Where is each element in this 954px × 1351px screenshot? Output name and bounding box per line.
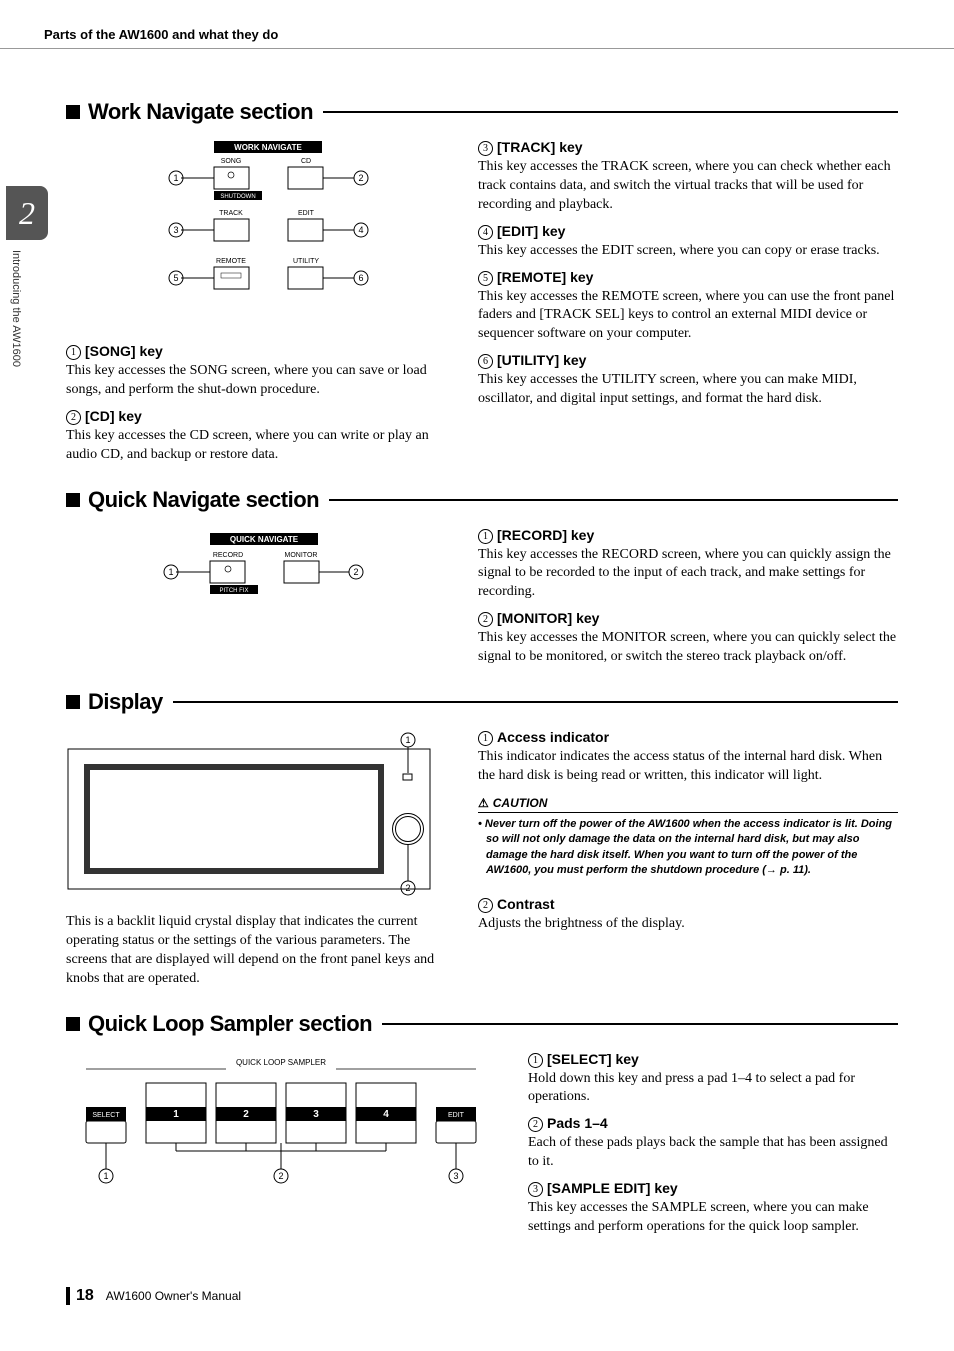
svg-text:1: 1 bbox=[405, 735, 410, 745]
svg-text:1: 1 bbox=[168, 567, 173, 577]
section-bullet bbox=[66, 105, 80, 119]
item-edit-key-desc: This key accesses the EDIT screen, where… bbox=[478, 242, 898, 261]
svg-text:2: 2 bbox=[358, 173, 363, 183]
item-cd-key: 2[CD] key bbox=[66, 408, 446, 425]
item-monitor-key: 2[MONITOR] key bbox=[478, 610, 898, 627]
item-select-key: 1[SELECT] key bbox=[528, 1051, 898, 1068]
item-cd-key-desc: This key accesses the CD screen, where y… bbox=[66, 427, 446, 465]
item-contrast: 2Contrast bbox=[478, 896, 898, 913]
item-utility-key-desc: This key accesses the UTILITY screen, wh… bbox=[478, 371, 898, 409]
svg-text:2: 2 bbox=[278, 1171, 283, 1181]
side-chapter-label: Introducing the AW1600 bbox=[10, 250, 22, 367]
section-bullet bbox=[66, 695, 80, 709]
svg-text:SONG: SONG bbox=[221, 158, 242, 165]
item-remote-key: 5[REMOTE] key bbox=[478, 269, 898, 286]
svg-text:6: 6 bbox=[358, 273, 363, 283]
svg-text:2: 2 bbox=[353, 567, 358, 577]
svg-text:4: 4 bbox=[383, 1109, 389, 1120]
item-sample-edit-key-desc: This key accesses the SAMPLE screen, whe… bbox=[528, 1199, 898, 1237]
item-utility-key: 6[UTILITY] key bbox=[478, 352, 898, 369]
item-song-key: 1[SONG] key bbox=[66, 343, 446, 360]
page-number: 18 bbox=[66, 1287, 94, 1305]
section-rule bbox=[173, 701, 898, 703]
svg-text:WORK NAVIGATE: WORK NAVIGATE bbox=[234, 143, 302, 152]
caution-box: CAUTION Never turn off the power of the … bbox=[478, 796, 898, 879]
svg-text:RECORD: RECORD bbox=[213, 552, 243, 559]
work-navigate-diagram: WORK NAVIGATE SONG CD SHUTDOWN 1 2 TRACK… bbox=[126, 139, 386, 329]
item-song-key-desc: This key accesses the SONG screen, where… bbox=[66, 362, 446, 400]
svg-text:5: 5 bbox=[173, 273, 178, 283]
item-remote-key-desc: This key accesses the REMOTE screen, whe… bbox=[478, 288, 898, 345]
item-record-key-desc: This key accesses the RECORD screen, whe… bbox=[478, 546, 898, 603]
svg-text:3: 3 bbox=[313, 1109, 319, 1120]
item-track-key-desc: This key accesses the TRACK screen, wher… bbox=[478, 158, 898, 215]
svg-text:QUICK LOOP SAMPLER: QUICK LOOP SAMPLER bbox=[236, 1058, 326, 1067]
section-title-display: Display bbox=[88, 689, 163, 715]
item-access-indicator: 1Access indicator bbox=[478, 729, 898, 746]
section-rule bbox=[382, 1023, 898, 1025]
svg-text:2: 2 bbox=[243, 1109, 249, 1120]
svg-text:TRACK: TRACK bbox=[219, 210, 243, 217]
item-monitor-key-desc: This key accesses the MONITOR screen, wh… bbox=[478, 629, 898, 667]
header-title: Parts of the AW1600 and what they do bbox=[44, 27, 278, 42]
section-rule bbox=[329, 499, 898, 501]
svg-text:EDIT: EDIT bbox=[298, 210, 315, 217]
svg-text:SELECT: SELECT bbox=[92, 1112, 120, 1119]
svg-text:3: 3 bbox=[173, 225, 178, 235]
svg-text:1: 1 bbox=[173, 173, 178, 183]
svg-text:MONITOR: MONITOR bbox=[285, 552, 318, 559]
item-access-indicator-desc: This indicator indicates the access stat… bbox=[478, 748, 898, 786]
svg-text:EDIT: EDIT bbox=[448, 1112, 465, 1119]
footer-manual-name: AW1600 Owner's Manual bbox=[106, 1289, 241, 1303]
item-contrast-desc: Adjusts the brightness of the display. bbox=[478, 915, 898, 934]
display-diagram: 1 2 bbox=[66, 729, 446, 899]
item-select-key-desc: Hold down this key and press a pad 1–4 t… bbox=[528, 1070, 898, 1108]
section-rule bbox=[323, 111, 898, 113]
item-pads-desc: Each of these pads plays back the sample… bbox=[528, 1134, 898, 1172]
chapter-number: 2 bbox=[6, 186, 48, 240]
section-bullet bbox=[66, 493, 80, 507]
section-title-work-navigate: Work Navigate section bbox=[88, 99, 313, 125]
section-title-quick-navigate: Quick Navigate section bbox=[88, 487, 319, 513]
svg-text:1: 1 bbox=[103, 1171, 108, 1181]
quick-navigate-diagram: QUICK NAVIGATE RECORD MONITOR PITCH FIX … bbox=[136, 527, 376, 627]
caution-text: Never turn off the power of the AW1600 w… bbox=[478, 817, 898, 879]
section-bullet bbox=[66, 1017, 80, 1031]
caution-label: CAUTION bbox=[478, 796, 898, 813]
item-record-key: 1[RECORD] key bbox=[478, 527, 898, 544]
item-track-key: 3[TRACK] key bbox=[478, 139, 898, 156]
display-description: This is a backlit liquid crystal display… bbox=[66, 913, 446, 989]
quick-loop-diagram: QUICK LOOP SAMPLER SELECT 1 2 3 4 EDIT 1 bbox=[71, 1051, 491, 1191]
item-pads: 2Pads 1–4 bbox=[528, 1115, 898, 1132]
svg-text:UTILITY: UTILITY bbox=[293, 258, 319, 265]
svg-text:CD: CD bbox=[301, 158, 311, 165]
svg-text:2: 2 bbox=[405, 883, 410, 893]
item-edit-key: 4[EDIT] key bbox=[478, 223, 898, 240]
svg-text:REMOTE: REMOTE bbox=[216, 258, 246, 265]
svg-text:PITCH FIX: PITCH FIX bbox=[219, 588, 248, 594]
item-sample-edit-key: 3[SAMPLE EDIT] key bbox=[528, 1180, 898, 1197]
svg-text:4: 4 bbox=[358, 225, 363, 235]
svg-text:3: 3 bbox=[453, 1171, 458, 1181]
section-title-quick-loop: Quick Loop Sampler section bbox=[88, 1011, 372, 1037]
svg-text:SHUTDOWN: SHUTDOWN bbox=[220, 194, 255, 200]
svg-text:1: 1 bbox=[173, 1109, 179, 1120]
svg-text:QUICK NAVIGATE: QUICK NAVIGATE bbox=[230, 535, 299, 544]
